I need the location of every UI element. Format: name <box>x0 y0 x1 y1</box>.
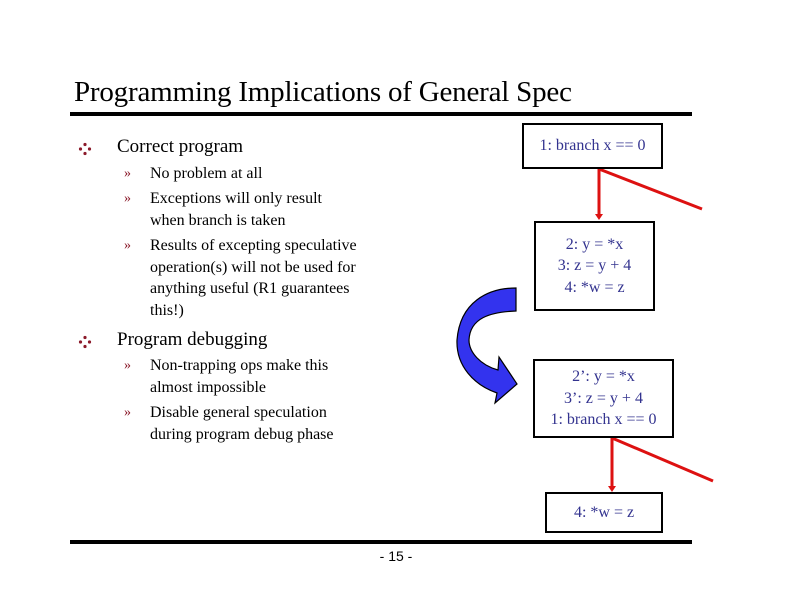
instr-line: 1: branch x == 0 <box>539 137 646 155</box>
taken-edge <box>611 436 714 483</box>
instr-line: 1: branch x == 0 <box>550 411 657 429</box>
footer-divider <box>70 540 692 544</box>
body-box: 2: y = *x 3: z = y + 4 4: *w = z <box>534 221 655 311</box>
instr-line: 2’: y = *x <box>572 368 635 386</box>
branch-box: 1: branch x == 0 <box>522 123 663 169</box>
instr-line: 4: *w = z <box>573 503 635 521</box>
page-number: - 15 - <box>379 548 413 564</box>
instr-line: 4: *w = z <box>564 278 625 296</box>
hoisted-box: 2’: y = *x 3’: z = y + 4 1: branch x == … <box>533 359 674 438</box>
instr-line: 3: z = y + 4 <box>557 257 632 275</box>
taken-edge <box>598 167 703 211</box>
curved-arrow-icon <box>456 287 518 405</box>
tail-box: 4: *w = z <box>545 492 663 533</box>
instr-line: 2: y = *x <box>565 235 624 253</box>
diagram-canvas <box>456 167 714 492</box>
fallthrough-arrowhead <box>595 214 603 220</box>
instr-line: 3’: z = y + 4 <box>564 389 643 407</box>
